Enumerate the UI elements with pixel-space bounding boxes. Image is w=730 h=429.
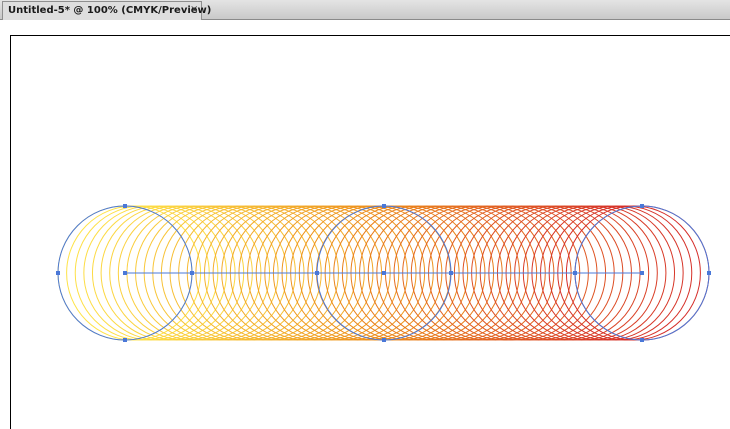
anchor-point-handle[interactable] (449, 271, 453, 275)
anchor-point-handle[interactable] (315, 271, 319, 275)
anchor-point-handle[interactable] (190, 271, 194, 275)
anchor-point-handle[interactable] (382, 204, 386, 208)
anchor-point-handle[interactable] (382, 338, 386, 342)
anchor-point-handle[interactable] (573, 271, 577, 275)
anchor-point-handle[interactable] (640, 271, 644, 275)
anchor-point-handle[interactable] (56, 271, 60, 275)
anchor-point-handle[interactable] (123, 271, 127, 275)
anchor-point-handle[interactable] (640, 338, 644, 342)
anchor-point-handle[interactable] (123, 338, 127, 342)
anchor-point-handle[interactable] (123, 204, 127, 208)
blend-artwork[interactable] (0, 0, 730, 429)
selection-overlay[interactable] (56, 204, 711, 342)
anchor-point-handle[interactable] (382, 271, 386, 275)
anchor-point-handle[interactable] (640, 204, 644, 208)
anchor-point-handle[interactable] (707, 271, 711, 275)
